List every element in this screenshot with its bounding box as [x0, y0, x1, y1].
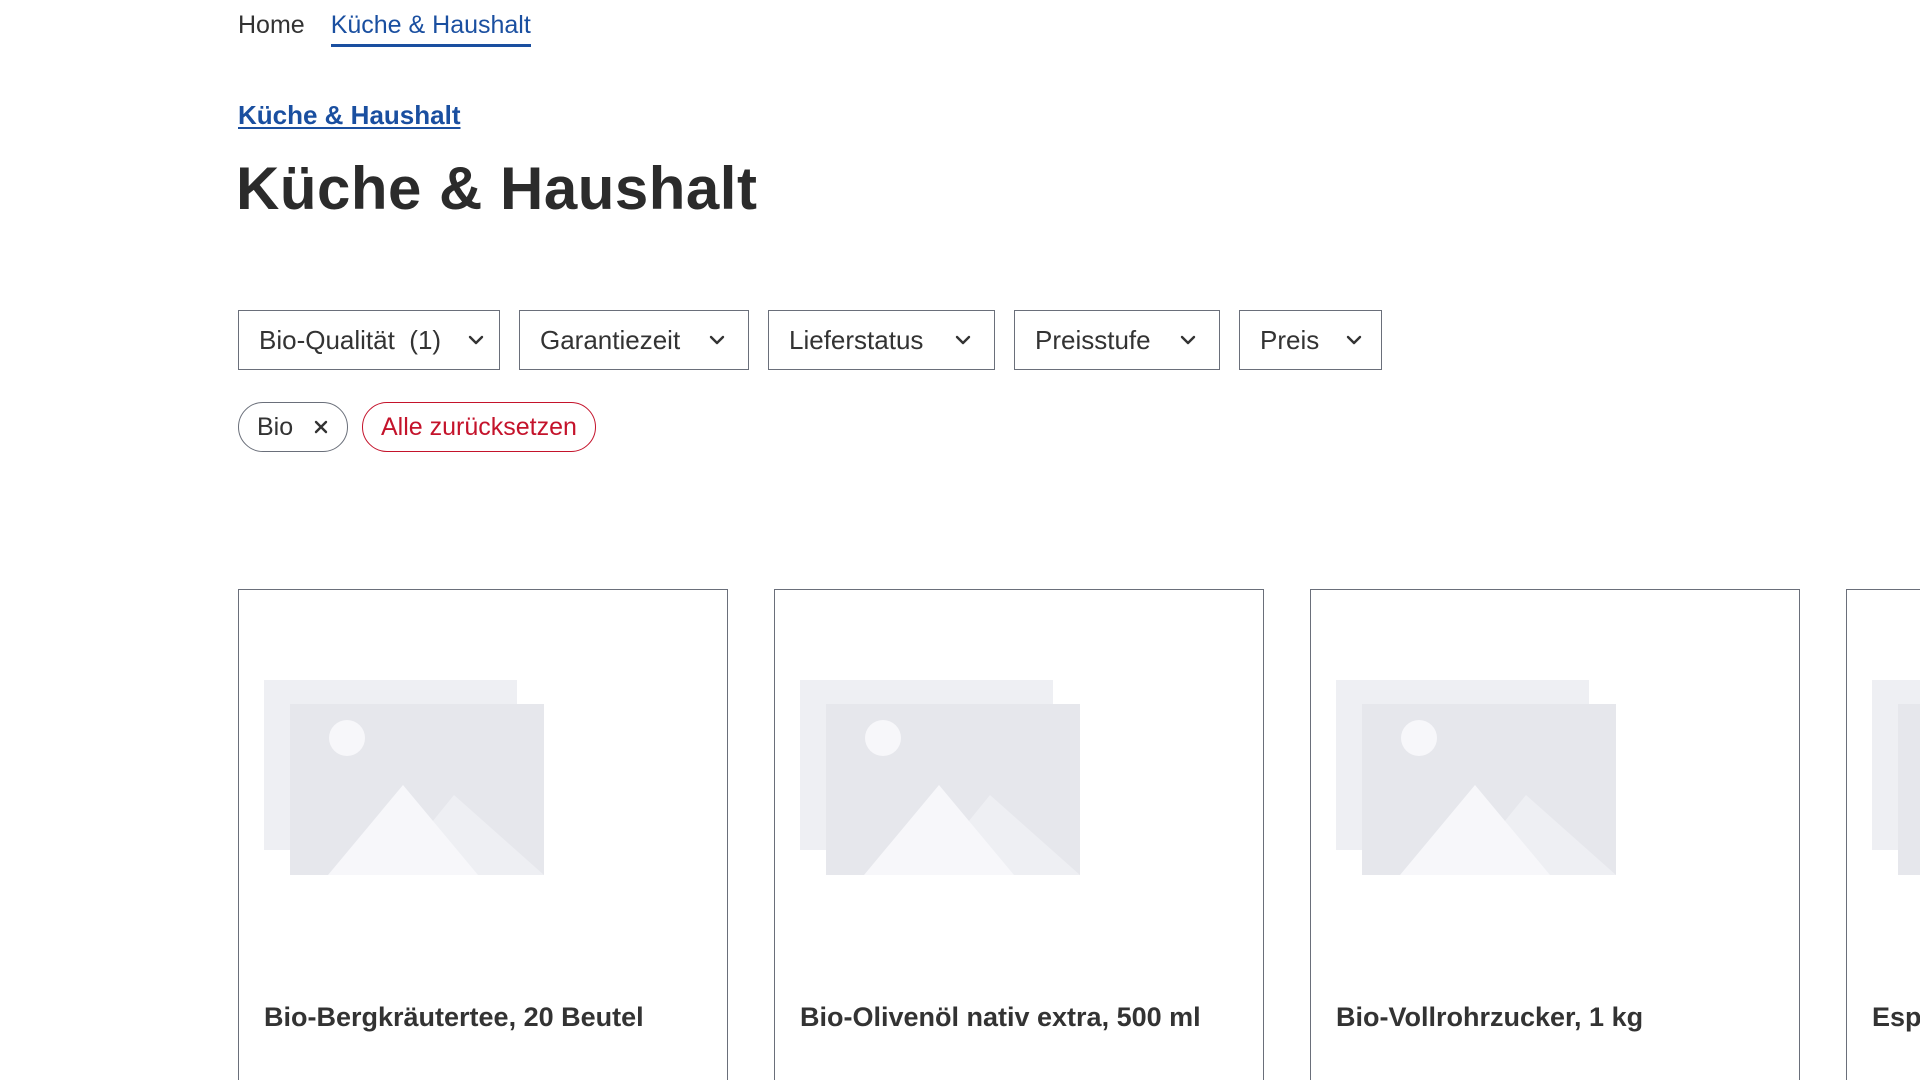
filter-warranty[interactable]: Garantiezeit: [519, 310, 749, 370]
active-filter-chip-bio[interactable]: Bio: [238, 402, 348, 452]
product-name[interactable]: Bio-Olivenöl nativ extra, 500 ml: [800, 1002, 1201, 1033]
chevron-down-icon: [706, 329, 728, 351]
breadcrumb: Home Küche & Haushalt: [238, 8, 531, 47]
chip-label: Bio: [257, 412, 294, 441]
chevron-down-icon: [1343, 329, 1365, 351]
breadcrumb-current[interactable]: Küche & Haushalt: [330, 8, 531, 47]
chevron-down-icon: [465, 329, 487, 351]
product-card[interactable]: Esp: [1846, 589, 1920, 1080]
image-placeholder-icon: [264, 680, 544, 875]
chevron-down-icon: [1177, 329, 1199, 351]
image-placeholder-icon: [800, 680, 1080, 875]
product-card[interactable]: Bio-Bergkräutertee, 20 Beutel: [238, 589, 728, 1080]
filter-price[interactable]: Preis: [1239, 310, 1382, 370]
page-title: Küche & Haushalt: [236, 155, 758, 222]
breadcrumb-home[interactable]: Home: [238, 8, 305, 47]
filter-delivery-status[interactable]: Lieferstatus: [768, 310, 995, 370]
filter-bio-quality[interactable]: Bio-Qualität (1): [238, 310, 500, 370]
image-placeholder-icon: [1872, 680, 1920, 875]
chevron-down-icon: [952, 329, 974, 351]
filter-bar: Bio-Qualität (1) Garantiezeit Lieferstat…: [238, 310, 1382, 370]
filter-label: Bio-Qualität (1): [259, 324, 442, 355]
filter-label: Garantiezeit: [540, 324, 681, 355]
product-name[interactable]: Esp: [1872, 1002, 1920, 1033]
category-link[interactable]: Küche & Haushalt: [238, 100, 461, 131]
close-icon[interactable]: [313, 413, 329, 442]
product-name[interactable]: Bio-Bergkräutertee, 20 Beutel: [264, 1002, 644, 1033]
product-name[interactable]: Bio-Vollrohrzucker, 1 kg: [1336, 1002, 1643, 1033]
reset-all-button[interactable]: Alle zurücksetzen: [362, 402, 596, 452]
product-card[interactable]: Bio-Vollrohrzucker, 1 kg: [1310, 589, 1800, 1080]
filter-label: Lieferstatus: [789, 324, 924, 355]
filter-label: Preis: [1260, 324, 1320, 355]
filter-price-tier[interactable]: Preisstufe: [1014, 310, 1220, 370]
filter-label: Preisstufe: [1035, 324, 1151, 355]
active-filters: Bio Alle zurücksetzen: [238, 402, 596, 452]
image-placeholder-icon: [1336, 680, 1616, 875]
category-page: Home Küche & Haushalt Küche & Haushalt K…: [0, 0, 1920, 1080]
product-card[interactable]: Bio-Olivenöl nativ extra, 500 ml: [774, 589, 1264, 1080]
